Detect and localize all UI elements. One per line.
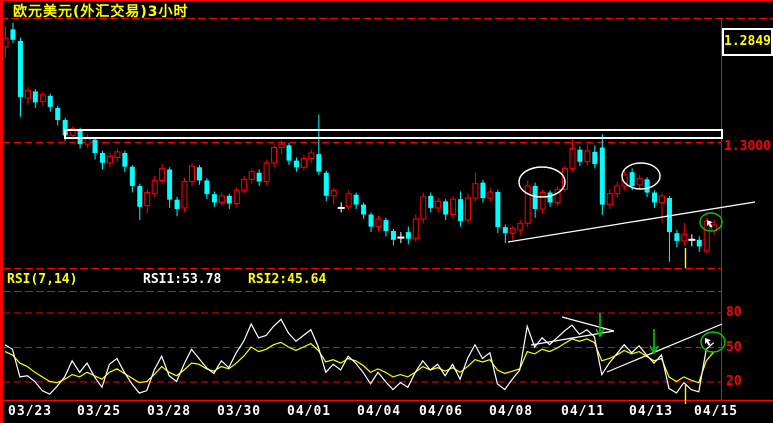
x-axis-label: 03/28 <box>147 404 192 419</box>
x-axis-label: 03/23 <box>8 404 53 419</box>
last-price-value: 1.2849 <box>724 34 771 49</box>
chart-canvas[interactable] <box>0 0 773 423</box>
rsi-level-80: 80 <box>726 305 742 320</box>
annotations <box>64 129 756 373</box>
last-price-box: 1.2849 <box>722 28 773 56</box>
rsi-level-50: 50 <box>726 340 742 355</box>
rsi-indicator-label: RSI(7,14) <box>7 272 78 287</box>
rsi-lines <box>4 318 715 395</box>
rsi1-value-label: RSI1:53.78 <box>143 272 222 287</box>
x-axis-label: 04/15 <box>694 404 739 419</box>
x-axis-label: 04/08 <box>489 404 534 419</box>
rsi2-value-label: RSI2:45.64 <box>248 272 327 287</box>
window-title: 欧元美元(外汇交易)3小时 <box>13 4 189 20</box>
x-axis-label: 04/01 <box>287 404 332 419</box>
x-axis-label: 03/25 <box>77 404 122 419</box>
x-axis-label: 04/13 <box>629 404 674 419</box>
rsi-level-20: 20 <box>726 374 742 389</box>
x-axis-label: 04/06 <box>419 404 464 419</box>
x-axis-label: 03/30 <box>217 404 262 419</box>
price-level-label: 1.3000 <box>724 139 771 154</box>
chart-window: 欧元美元(外汇交易)3小时 RSI(7,14) RSI1:53.78 RSI2:… <box>0 0 773 423</box>
x-axis-label: 04/04 <box>357 404 402 419</box>
x-axis-label: 04/11 <box>561 404 606 419</box>
grid-lines <box>3 142 722 383</box>
